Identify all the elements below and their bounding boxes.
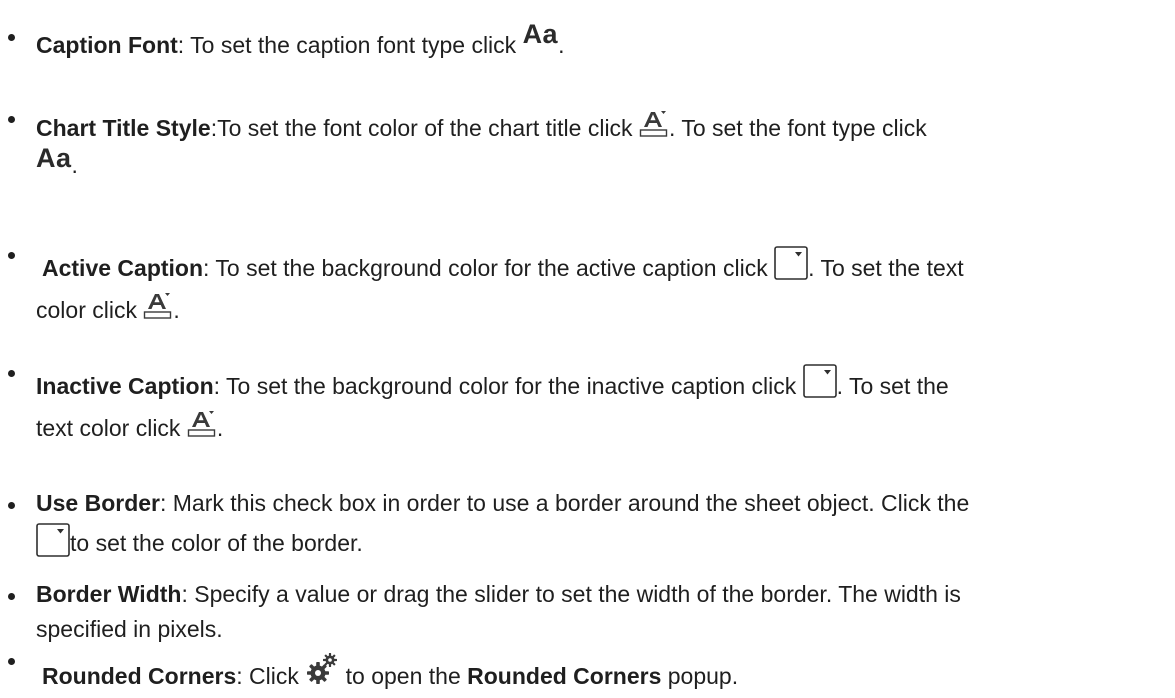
item-term: Rounded Corners [467,663,662,689]
item-text: : To set the caption font type click [177,32,517,58]
item-line: Rounded Corners: Click to open the Round… [36,652,1155,694]
bullet [8,34,15,41]
font-color-icon [187,410,217,438]
item-term: Caption Font [36,32,178,58]
item-line: Inactive Caption: To set the background … [36,364,1155,404]
list-item-chart-title-style: Chart Title Style:To set the font color … [0,110,1175,182]
item-text: . [558,32,565,58]
item-text: : Mark this check box in order to use a … [159,490,970,516]
item-term: Border Width [36,581,182,607]
item-term: Rounded Corners [42,663,237,689]
item-term: Use Border [36,490,160,516]
item-text: :To set the font color of the chart titl… [210,115,633,141]
item-text: color click [36,296,137,323]
bullet [8,502,15,509]
help-document: Caption Font: To set the caption font ty… [0,0,1175,698]
bullet [8,593,15,600]
font-type-icon: Aa [522,19,559,49]
item-text: text color click [36,414,181,441]
item-text: : Click [236,663,299,689]
bullet [8,370,15,377]
item-term: Active Caption [42,255,204,281]
item-line: Aa. [36,142,1155,183]
bullet [8,658,15,665]
item-term: Inactive Caption [36,373,214,399]
item-text: : Specify a value or drag the slider to … [181,581,961,607]
item-line: Active Caption: To set the background co… [36,246,1155,286]
item-text: : To set the background color for the in… [213,373,797,399]
item-text: . [71,151,78,178]
item-term: Chart Title Style [36,115,211,141]
color-picker-icon [802,364,837,398]
font-color-icon [639,110,669,138]
gear-icon [305,652,339,686]
item-text: . To set the text [808,255,964,281]
bullet [8,252,15,259]
item-line: to set the color of the border. [36,522,1155,561]
item-text: . To set the font type click [668,115,927,141]
list-item-inactive-caption: Inactive Caption: To set the background … [0,364,1175,445]
item-line: specified in pixels. [36,612,1155,647]
item-text: . [216,414,224,441]
list-item-active-caption: Active Caption: To set the background co… [0,246,1175,327]
item-text: . [173,296,180,323]
list-item-use-border: Use Border: Mark this check box in order… [0,486,1175,560]
item-line: Use Border: Mark this check box in order… [36,486,1155,521]
item-text: specified in pixels. [36,615,223,642]
item-line: Caption Font: To set the caption font ty… [36,21,1155,63]
font-color-icon [143,292,173,320]
item-line: text color click . [36,410,1155,446]
list-item-caption-font: Caption Font: To set the caption font ty… [0,21,1175,63]
item-text: popup. [667,663,739,689]
font-type-icon: Aa [36,142,72,173]
item-text: to set the color of the border. [70,529,363,556]
item-line: Chart Title Style:To set the font color … [36,110,1155,146]
item-text: : To set the background color for the ac… [203,255,768,281]
list-item-border-width: Border Width: Specify a value or drag th… [0,577,1175,646]
item-text: . To set the [836,373,949,399]
color-picker-icon [774,246,808,280]
item-line: color click . [36,292,1155,328]
bullet [8,116,15,123]
item-line: Border Width: Specify a value or drag th… [36,577,1155,612]
color-picker-icon [36,522,70,557]
list-item-rounded-corners: Rounded Corners: Click to open the Round… [0,652,1175,694]
item-text: to open the [345,663,461,689]
